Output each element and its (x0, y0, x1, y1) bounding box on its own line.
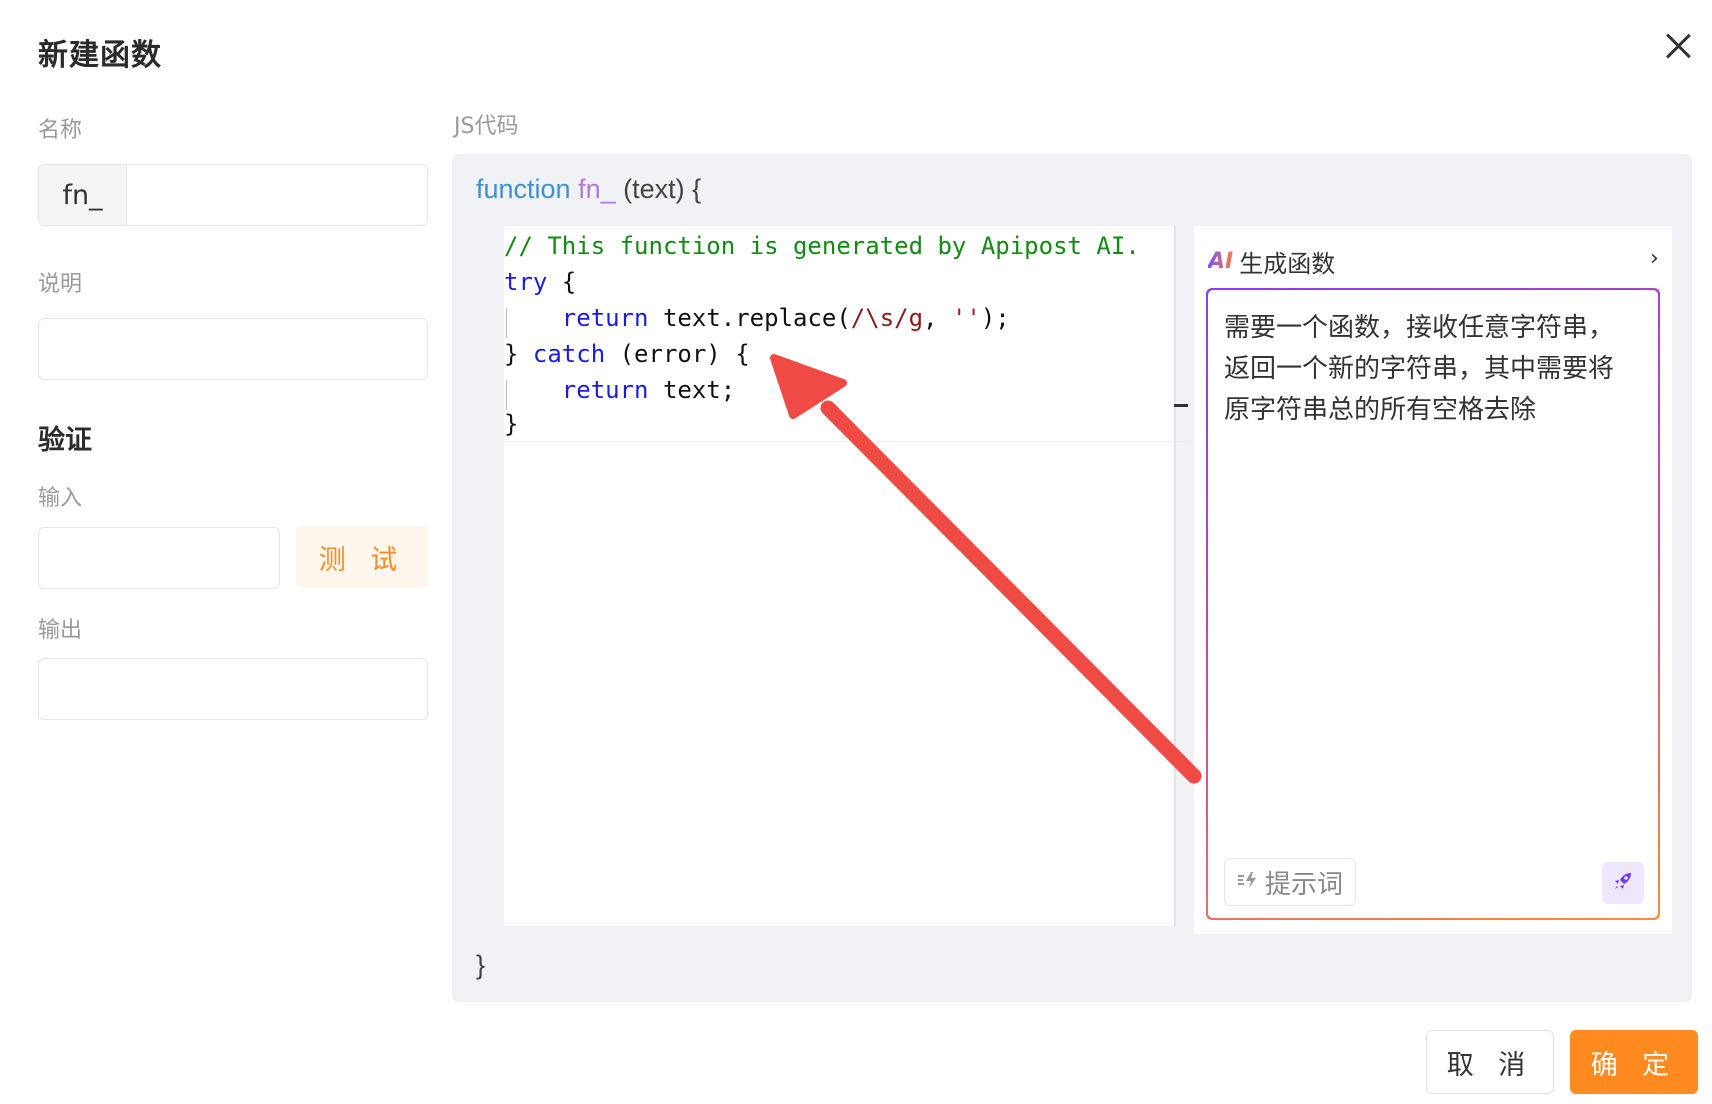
js-code-label: JS代码 (454, 114, 519, 139)
name-label: 名称 (38, 118, 83, 143)
scroll-position-marker (1174, 404, 1188, 407)
editor-scrollbar-track[interactable] (1174, 226, 1176, 926)
function-signature: function fn_ (text) { (476, 174, 701, 205)
code-container: function fn_ (text) { // This function i… (452, 154, 1692, 1002)
output-label: 输出 (38, 618, 83, 643)
validate-section-title: 验证 (38, 425, 92, 456)
code-line-5: return text; (561, 376, 736, 404)
new-function-dialog: 新建函数 名称 fn_ 说明 验证 输入 测 试 输出 JS代码 functio… (0, 0, 1712, 1104)
input-label: 输入 (38, 486, 83, 511)
ai-prompt-text[interactable]: 需要一个函数，接收任意字符串，返回一个新的字符串，其中需要将原字符串总的所有空格… (1224, 308, 1636, 431)
name-prefix: fn_ (39, 165, 127, 225)
ai-panel-header: AI 生成函数 (1208, 244, 1335, 279)
close-icon[interactable] (1660, 28, 1696, 64)
code-line-6: } (504, 410, 519, 438)
dialog-title: 新建函数 (38, 38, 162, 73)
code-line-3: return text.replace(/\s/g, ''); (561, 304, 1010, 332)
code-line-2: try { (504, 268, 577, 296)
ai-logo-icon: AI (1208, 249, 1234, 274)
description-label: 说明 (38, 272, 83, 297)
sig-function-name: fn_ (578, 174, 616, 204)
test-button[interactable]: 测 试 (296, 526, 428, 588)
ai-panel-title: 生成函数 (1239, 250, 1336, 278)
ai-prompt-box[interactable]: 需要一个函数，接收任意字符串，返回一个新的字符串，其中需要将原字符串总的所有空格… (1206, 288, 1660, 920)
cancel-button[interactable]: 取 消 (1426, 1030, 1554, 1094)
prompt-hint-label: 提示词 (1265, 869, 1344, 900)
sig-params: (text) { (615, 174, 702, 204)
chevron-right-icon[interactable]: › (1650, 246, 1659, 271)
code-line-4: } catch (error) { (504, 340, 750, 368)
indent-guide (506, 308, 507, 338)
ai-generate-panel: AI 生成函数 › 需要一个函数，接收任意字符串，返回一个新的字符串，其中需要将… (1194, 226, 1672, 934)
sig-keyword: function (476, 174, 571, 204)
code-editor[interactable]: // This function is generated by Apipost… (504, 226, 1174, 926)
active-line-border (504, 441, 1190, 442)
code-line-1: // This function is generated by Apipost… (504, 232, 1140, 260)
lightning-icon (1237, 871, 1259, 894)
name-field[interactable]: fn_ (38, 164, 428, 226)
test-output-field (38, 658, 428, 720)
rocket-icon (1610, 868, 1636, 898)
confirm-button[interactable]: 确 定 (1570, 1030, 1698, 1094)
closing-brace: } (476, 950, 486, 980)
description-field[interactable] (38, 318, 428, 380)
send-button[interactable] (1602, 862, 1644, 904)
test-input-field[interactable] (38, 527, 280, 589)
prompt-hint-button[interactable]: 提示词 (1224, 858, 1357, 906)
indent-guide (506, 380, 507, 410)
